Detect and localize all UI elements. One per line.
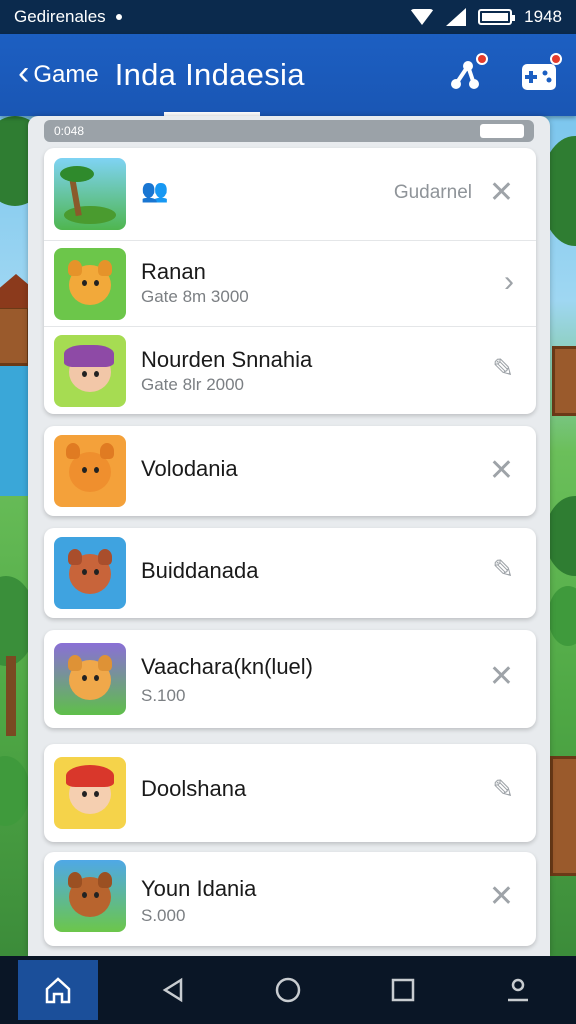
kid-avatar-thumbnail [54,757,126,829]
bear-cub-avatar-thumbnail [54,860,126,932]
person-icon [508,978,529,1002]
bear-avatar-thumbnail [54,248,126,320]
monkey-avatar-thumbnail [54,335,126,407]
list-card[interactable]: Doolshana ✎ [44,744,536,842]
battery-icon [478,9,516,25]
list-item[interactable]: Nourden Snnahia Gate 8lr 2000 ✎ [44,326,536,414]
list-item[interactable]: 👥 Gudarnel ✕ [44,148,536,240]
page-title: Inda Indaesia [114,57,305,92]
app-bar: ‹ Game Inda Indaesia [0,34,576,116]
squirrel-avatar-thumbnail [54,537,126,609]
pencil-icon[interactable]: ✎ [492,776,514,802]
list-panel: 0:048 👥 Gudarnel ✕ Ranan Gate 8m 3000 › [28,116,550,956]
home-icon [45,977,70,1004]
list-item[interactable]: Doolshana ✎ [44,744,536,842]
close-icon[interactable]: ✕ [489,456,514,486]
item-subtitle: Gate 8lr 2000 [141,375,245,394]
signal-icon [446,8,467,26]
list-group-1: 👥 Gudarnel ✕ Ranan Gate 8m 3000 › Nourde… [44,148,536,414]
clock: 1948 [524,7,562,26]
close-icon[interactable]: ✕ [489,178,514,208]
nav-back-button[interactable] [133,960,213,1020]
item-title: Volodania [141,456,238,481]
share-button[interactable] [446,53,488,94]
close-icon[interactable]: ✕ [489,662,514,692]
item-subtitle: S.100 [141,686,186,705]
back-button[interactable]: ‹ Game [18,56,99,90]
list-item[interactable]: Buiddanada ✎ [44,528,536,618]
list-card[interactable]: Volodania ✕ [44,426,536,516]
share-badge [476,53,488,65]
list-card[interactable]: Vaachara(kn(luel) S.100 ✕ [44,630,536,728]
chevron-left-icon: ‹ [18,54,30,92]
list-item[interactable]: Ranan Gate 8m 3000 › [44,240,536,326]
embedded-status-bar: 0:048 [44,120,534,142]
chevron-right-icon[interactable]: › [504,267,514,297]
back-triangle-icon [162,977,183,1003]
list-item[interactable]: Vaachara(kn(luel) S.100 ✕ [44,630,536,728]
list-card[interactable]: Buiddanada ✎ [44,528,536,618]
nav-home-button[interactable] [17,960,98,1020]
item-title: Nourden Snnahia [141,347,313,372]
circle-icon [275,977,301,1003]
notification-dot-icon [115,14,122,20]
list-card[interactable]: Youn Idania S.000 ✕ [44,852,536,946]
island-thumbnail [54,158,126,230]
row-link[interactable]: Gudarnel [394,182,472,204]
system-nav-bar [0,956,576,1024]
close-icon[interactable]: ✕ [489,882,514,912]
embedded-battery-icon [480,124,524,138]
pencil-icon[interactable]: ✎ [492,355,514,381]
item-subtitle: Gate 8m 3000 [141,287,249,306]
cat-avatar-thumbnail [54,643,126,715]
list-item[interactable]: Volodania ✕ [44,426,536,516]
nav-profile-button[interactable] [478,960,558,1020]
item-subtitle: S.000 [141,906,186,925]
pencil-icon[interactable]: ✎ [492,556,514,582]
item-title: Doolshana [141,776,247,801]
carrier-label: Gedirenales [14,7,106,26]
controller-badge [550,53,562,65]
item-title: Youn Idania [141,876,257,901]
players-icon: 👥 [141,178,169,203]
nav-home-circle-button[interactable] [248,960,328,1020]
item-title: Ranan [141,259,206,284]
status-bar: Gedirenales 1948 [0,0,576,34]
fox-avatar-thumbnail [54,435,126,507]
game-controller-button[interactable] [520,53,562,94]
embedded-status-left: 0:048 [54,124,85,138]
nav-recents-button[interactable] [363,960,443,1020]
list-item[interactable]: Youn Idania S.000 ✕ [44,852,536,946]
square-icon [391,978,415,1002]
back-label: Game [33,61,99,88]
item-title: Buiddanada [141,558,259,583]
wifi-icon [410,9,435,25]
item-title: Vaachara(kn(luel) [141,654,314,679]
